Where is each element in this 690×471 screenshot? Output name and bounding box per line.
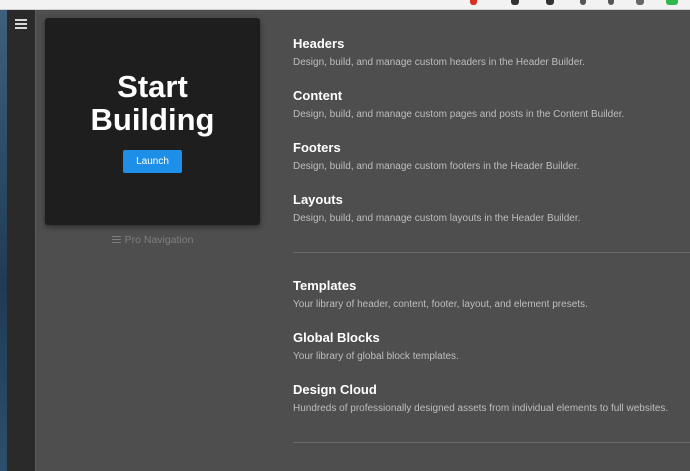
library-item-design-cloud[interactable]: Design Cloud Hundreds of professionally … (293, 382, 690, 415)
item-description: Your library of header, content, footer,… (293, 299, 588, 310)
item-title: Global Blocks (293, 330, 380, 345)
library-item-templates[interactable]: Templates Your library of header, conten… (293, 278, 690, 311)
item-description: Design, build, and manage custom headers… (293, 57, 585, 68)
builder-item-footers[interactable]: Footers Design, build, and manage custom… (293, 140, 690, 173)
hero-title: Start Building (90, 69, 215, 137)
item-description: Design, build, and manage custom pages a… (293, 109, 625, 120)
desktop-wallpaper (0, 10, 7, 471)
toolbar-icon-grey[interactable] (608, 0, 614, 5)
sidebar (7, 10, 36, 471)
toolbar-icon-dark[interactable] (511, 0, 519, 5)
item-title: Headers (293, 36, 345, 51)
item-title: Layouts (293, 192, 343, 207)
pro-navigation-link[interactable]: Pro Navigation (45, 234, 260, 246)
item-description: Design, build, and manage custom footers… (293, 161, 580, 172)
toolbar-icon-green[interactable] (666, 0, 678, 5)
item-description: Hundreds of professionally designed asse… (293, 403, 669, 414)
builder-item-content[interactable]: Content Design, build, and manage custom… (293, 88, 690, 121)
item-title: Design Cloud (293, 382, 377, 397)
item-description: Your library of global block templates. (293, 351, 459, 362)
toolbar-icon-grey[interactable] (636, 0, 644, 5)
item-title: Templates (293, 278, 357, 293)
hamburger-menu-icon (111, 235, 121, 244)
toolbar-icon-grey[interactable] (580, 0, 586, 5)
start-building-card: Start Building Launch (45, 18, 260, 225)
builder-item-layouts[interactable]: Layouts Design, build, and manage custom… (293, 192, 690, 225)
builder-item-headers[interactable]: Headers Design, build, and manage custom… (293, 36, 690, 69)
pro-navigation-label: Pro Navigation (124, 234, 194, 246)
main-content: Start Building Launch Pro Navigation Hea… (36, 10, 690, 471)
launch-button[interactable]: Launch (123, 150, 182, 173)
section-divider (293, 252, 690, 253)
item-title: Footers (293, 140, 341, 155)
item-title: Content (293, 88, 343, 103)
toolbar-icon-dark[interactable] (546, 0, 554, 5)
section-divider (293, 442, 690, 443)
library-item-global-blocks[interactable]: Global Blocks Your library of global blo… (293, 330, 690, 363)
hamburger-menu-icon[interactable] (14, 17, 28, 31)
toolbar-icon-red[interactable] (470, 0, 477, 5)
item-description: Design, build, and manage custom layouts… (293, 213, 581, 224)
browser-toolbar-strip (0, 0, 690, 10)
